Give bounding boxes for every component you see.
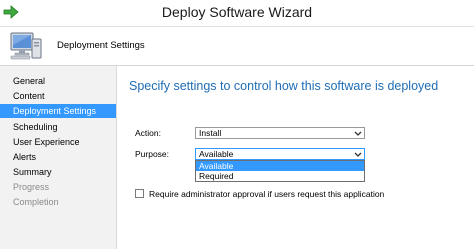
action-label: Action: (135, 128, 161, 138)
sidebar-item-completion: Completion (13, 197, 59, 207)
purpose-option-available[interactable]: Available (196, 161, 364, 171)
purpose-select[interactable]: Available (195, 148, 365, 160)
content-heading: Specify settings to control how this sof… (129, 79, 439, 93)
sidebar-item-scheduling[interactable]: Scheduling (0, 120, 116, 134)
purpose-option-required[interactable]: Required (196, 171, 364, 181)
title-bar: Deploy Software Wizard (0, 0, 474, 27)
sidebar-item-alerts[interactable]: Alerts (0, 150, 116, 164)
wizard-header: Deployment Settings (0, 27, 474, 66)
approval-checkbox[interactable] (135, 189, 144, 198)
computer-monitor-icon (10, 32, 42, 60)
wizard-sidebar: General Content Deployment Settings Sche… (0, 66, 117, 249)
sidebar-item-summary[interactable]: Summary (0, 165, 116, 179)
purpose-label: Purpose: (135, 149, 170, 159)
sidebar-item-user-experience[interactable]: User Experience (0, 135, 116, 149)
purpose-select-value: Available (199, 149, 234, 159)
sidebar-item-progress: Progress (13, 182, 50, 192)
approval-checkbox-label[interactable]: Require administrator approval if users … (149, 189, 384, 199)
chevron-down-icon (354, 152, 362, 157)
sidebar-item-deployment-settings[interactable]: Deployment Settings (0, 104, 116, 118)
page-title: Deployment Settings (57, 40, 145, 51)
action-select[interactable]: Install (195, 127, 365, 139)
window-title: Deploy Software Wizard (161, 4, 313, 20)
action-select-value: Install (199, 128, 222, 138)
sidebar-item-general[interactable]: General (0, 74, 116, 88)
sidebar-item-content[interactable]: Content (0, 89, 116, 103)
purpose-dropdown-list: Available Required (195, 160, 365, 182)
main-content: Specify settings to control how this sof… (117, 66, 474, 249)
chevron-down-icon (354, 131, 362, 136)
